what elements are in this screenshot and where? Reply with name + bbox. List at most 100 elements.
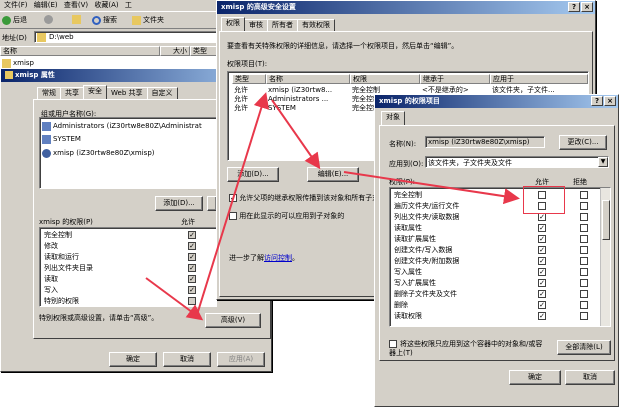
- scroll-thumb[interactable]: [602, 200, 610, 240]
- perm-allow-checkbox[interactable]: [188, 297, 196, 305]
- folders-button[interactable]: 文件夹: [132, 15, 164, 25]
- tab-owner[interactable]: 所有者: [267, 19, 298, 31]
- back-button[interactable]: 后退: [2, 15, 27, 25]
- perm-allow-checkbox[interactable]: ✓: [188, 275, 196, 283]
- change-button[interactable]: 更改(C)...: [559, 135, 607, 150]
- advanced-button[interactable]: 高级(V): [205, 313, 261, 328]
- forward-arrow-icon: [44, 15, 53, 24]
- ok-button[interactable]: 确定: [109, 352, 157, 367]
- deny-checkbox[interactable]: [580, 246, 588, 254]
- tab-sharing[interactable]: 共享: [60, 87, 84, 99]
- perm-row: 写入 ✓: [44, 285, 214, 295]
- highlight-box: [523, 186, 565, 214]
- tab-object[interactable]: 对象: [381, 111, 405, 125]
- edit-entry-button[interactable]: 编辑(E)...: [307, 167, 359, 182]
- perm-name: 读取属性: [394, 224, 422, 232]
- apply-to-select[interactable]: 该文件夹，子文件夹及文件 ▼: [425, 156, 609, 168]
- deny-checkbox[interactable]: [580, 213, 588, 221]
- user-item[interactable]: Administrators (iZ30rtw8e80Z\Administrat: [42, 121, 202, 131]
- apply-button[interactable]: 应用(A): [217, 352, 265, 367]
- perm-row: 特别的权限: [44, 296, 214, 306]
- deny-checkbox[interactable]: [580, 224, 588, 232]
- tab-general[interactable]: 常规: [37, 87, 61, 99]
- deny-checkbox[interactable]: [580, 235, 588, 243]
- close-icon[interactable]: ×: [581, 2, 593, 12]
- apply-only-checkbox[interactable]: [389, 340, 397, 348]
- scrollbar[interactable]: [600, 188, 610, 326]
- replace-checkbox-row[interactable]: 用在此显示的可以应用到子对象的: [229, 211, 344, 221]
- entry-ok-button[interactable]: 确定: [509, 370, 561, 385]
- col-name[interactable]: 名称: [0, 46, 160, 56]
- perm-name: 删除子文件夹及文件: [394, 290, 457, 298]
- allow-checkbox[interactable]: ✓: [538, 268, 546, 276]
- tab-effective-permissions[interactable]: 有效权限: [297, 19, 335, 31]
- inherit-checkbox[interactable]: ✓: [229, 194, 237, 202]
- perm-allow-checkbox[interactable]: ✓: [188, 286, 196, 294]
- chevron-down-icon[interactable]: ▼: [598, 157, 608, 167]
- forward-button[interactable]: [44, 15, 55, 24]
- menu-tools[interactable]: 工: [125, 1, 132, 9]
- allow-checkbox[interactable]: ✓: [538, 224, 546, 232]
- deny-checkbox[interactable]: [580, 268, 588, 276]
- access-control-link[interactable]: 访问控制: [264, 254, 292, 262]
- list-item[interactable]: xmisp: [2, 58, 34, 68]
- tab-permissions[interactable]: 权限: [221, 17, 245, 31]
- allow-checkbox[interactable]: ✓: [538, 312, 546, 320]
- col-inherited[interactable]: 继承于: [420, 74, 490, 84]
- allow-checkbox[interactable]: ✓: [538, 279, 546, 287]
- inherit-checkbox-row[interactable]: ✓ 允许父项的继承权限传播到该对象和所有子对象: [229, 193, 386, 203]
- user-item[interactable]: SYSTEM: [42, 134, 81, 144]
- perm-allow-checkbox[interactable]: ✓: [188, 231, 196, 239]
- tab-web-sharing[interactable]: Web 共享: [106, 87, 148, 99]
- add-entry-button[interactable]: 添加(D)...: [227, 167, 279, 182]
- deny-checkbox[interactable]: [580, 191, 588, 199]
- entries-label: 权限项目(T):: [227, 60, 268, 68]
- clear-all-button[interactable]: 全部清除(L): [557, 340, 611, 355]
- deny-checkbox[interactable]: [580, 202, 588, 210]
- deny-checkbox[interactable]: [580, 290, 588, 298]
- help-button[interactable]: ?: [568, 2, 580, 12]
- col-apply-to[interactable]: 应用于: [490, 74, 588, 84]
- user-item[interactable]: xmisp (iZ30rtw8e80Z\xmisp): [42, 148, 155, 158]
- col-type[interactable]: 类型: [232, 74, 266, 84]
- allow-checkbox[interactable]: ✓: [538, 301, 546, 309]
- menu-favorites[interactable]: 收藏(A): [94, 1, 118, 9]
- apply-only-row[interactable]: 将这些权限只应用到这个容器中的对象和/或容器上(T): [389, 340, 549, 360]
- col-size[interactable]: 大小: [160, 46, 190, 56]
- allow-checkbox[interactable]: ✓: [538, 257, 546, 265]
- col-permission[interactable]: 权限: [350, 74, 420, 84]
- tab-auditing[interactable]: 审核: [244, 19, 268, 31]
- col-name[interactable]: 名称: [266, 74, 350, 84]
- help-button[interactable]: ?: [591, 96, 603, 106]
- allow-checkbox[interactable]: ✓: [538, 213, 546, 221]
- cancel-button[interactable]: 取消: [163, 352, 211, 367]
- perm-allow-checkbox[interactable]: ✓: [188, 264, 196, 272]
- allow-checkbox[interactable]: ✓: [538, 246, 546, 254]
- deny-checkbox[interactable]: [580, 301, 588, 309]
- replace-checkbox[interactable]: [229, 212, 237, 220]
- tab-security[interactable]: 安全: [83, 85, 107, 99]
- table-cell[interactable]: SYSTEM: [268, 103, 296, 113]
- close-icon[interactable]: ×: [604, 96, 616, 106]
- perm-row: 创建文件/写入数据 ✓: [394, 245, 594, 255]
- apply-to-value: 该文件夹，子文件夹及文件: [428, 159, 512, 167]
- allow-checkbox[interactable]: ✓: [538, 290, 546, 298]
- perm-name: 写入: [44, 286, 58, 294]
- up-folder-button[interactable]: [72, 15, 83, 24]
- deny-checkbox[interactable]: [580, 312, 588, 320]
- menu-file[interactable]: 文件(F): [4, 1, 28, 9]
- add-user-button[interactable]: 添加(D)...: [155, 196, 203, 211]
- deny-checkbox[interactable]: [580, 257, 588, 265]
- menu-view[interactable]: 查看(V): [64, 1, 88, 9]
- address-input[interactable]: D:\web: [34, 31, 218, 43]
- tab-customize[interactable]: 自定义: [146, 87, 178, 99]
- search-button[interactable]: 搜索: [92, 15, 117, 25]
- menu-edit[interactable]: 编辑(E): [34, 1, 58, 9]
- perm-allow-checkbox[interactable]: ✓: [188, 253, 196, 261]
- deny-checkbox[interactable]: [580, 279, 588, 287]
- table-cell[interactable]: 允许: [234, 103, 248, 113]
- perm-allow-checkbox[interactable]: ✓: [188, 242, 196, 250]
- allow-checkbox[interactable]: ✓: [538, 235, 546, 243]
- entry-cancel-button[interactable]: 取消: [565, 370, 615, 385]
- user-icon: [42, 148, 51, 158]
